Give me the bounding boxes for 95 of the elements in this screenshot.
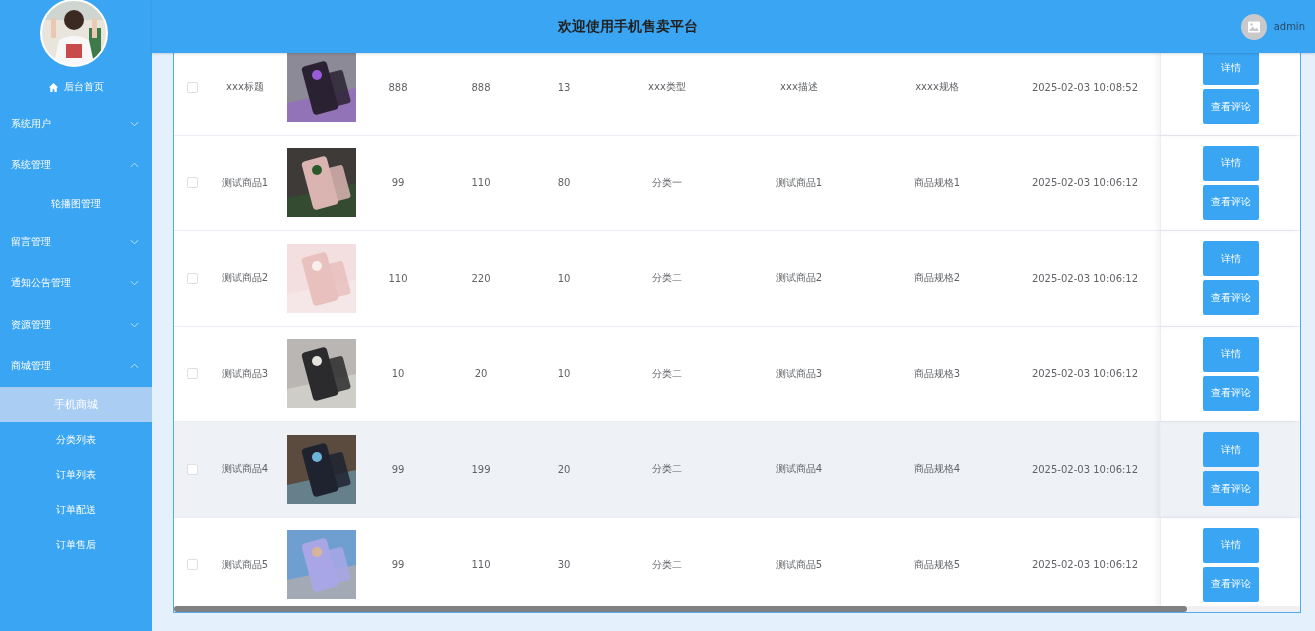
table-cell: 99: [391, 177, 405, 189]
row-checkbox[interactable]: [186, 463, 198, 475]
submenu-item[interactable]: 手机商城: [0, 387, 152, 422]
menu-item[interactable]: 系统管理: [0, 144, 152, 186]
table-cell: 110: [471, 177, 491, 189]
comments-button[interactable]: 查看评论: [1202, 471, 1259, 507]
row-checkbox[interactable]: [186, 559, 198, 571]
comments-button[interactable]: 查看评论: [1202, 184, 1259, 220]
table-cell: 10: [557, 368, 571, 380]
table-cell: 分类二: [652, 557, 682, 572]
table-cell: 测试商品4: [775, 462, 823, 477]
image-placeholder-icon[interactable]: [1240, 13, 1267, 40]
submenu-item[interactable]: 轮播图管理: [0, 186, 152, 221]
table-cell: 测试商品1: [221, 175, 269, 190]
menu-item[interactable]: 通知公告管理: [0, 262, 152, 304]
table-cell: 商品规格3: [913, 366, 961, 381]
comments-button[interactable]: 查看评论: [1202, 89, 1259, 125]
table-cell: 888: [471, 81, 491, 93]
page-title: 欢迎使用手机售卖平台: [558, 17, 698, 36]
details-button[interactable]: 详情: [1202, 145, 1259, 181]
details-button[interactable]: 详情: [1202, 432, 1259, 468]
submenu-item[interactable]: 订单售后: [0, 527, 152, 562]
table-cell: 分类二: [652, 462, 682, 477]
table-cell: 13: [557, 81, 571, 93]
table-cell: xxxx规格: [915, 80, 959, 95]
table-cell: 888: [388, 81, 408, 93]
table-cell: 2025-02-03 10:06:12: [1031, 272, 1139, 284]
table-cell: 商品规格2: [913, 271, 961, 286]
row-checkbox[interactable]: [186, 177, 198, 189]
comments-button[interactable]: 查看评论: [1202, 566, 1259, 602]
table-cell: 分类一: [652, 175, 682, 190]
table-cell: 80: [557, 177, 571, 189]
table-cell: 110: [388, 272, 408, 284]
menu-item[interactable]: 留言管理: [0, 221, 152, 263]
submenu-item[interactable]: 分类列表: [0, 422, 152, 457]
comments-button[interactable]: 查看评论: [1202, 375, 1259, 411]
table-cell: 商品规格4: [913, 462, 961, 477]
table-cell: 测试商品3: [221, 366, 269, 381]
table-row[interactable]: 测试商品3 10 20 10 分类二 测试商品3 商品规格3 2025-02-03 10:06:12 详情 查看评论: [174, 326, 1300, 422]
table-cell: 30: [557, 559, 571, 571]
horizontal-scrollbar[interactable]: [174, 606, 1300, 612]
row-checkbox[interactable]: [186, 368, 198, 380]
table-cell: 110: [471, 559, 491, 571]
row-checkbox[interactable]: [186, 81, 198, 93]
table-row[interactable]: 测试商品2 110 220 10 分类二 测试商品2 商品规格2 2025-02-03 10:06:12 详情 查看评论: [174, 231, 1300, 327]
table-cell: 2025-02-03 10:06:12: [1031, 177, 1139, 189]
menu-item[interactable]: 商城管理: [0, 345, 152, 387]
details-button[interactable]: 详情: [1202, 53, 1259, 86]
table-cell: 2025-02-03 10:06:12: [1031, 368, 1139, 380]
table-cell: 99: [391, 463, 405, 475]
comments-button[interactable]: 查看评论: [1202, 280, 1259, 316]
submenu-item[interactable]: 订单配送: [0, 492, 152, 527]
table-cell: 199: [471, 463, 491, 475]
user-name[interactable]: admin: [1273, 21, 1305, 32]
chevron-up-icon: [130, 363, 139, 370]
table-cell: xxx描述: [780, 80, 818, 95]
chevron-down-icon: [130, 238, 139, 245]
table-cell: 99: [391, 559, 405, 571]
table-cell: 10: [557, 272, 571, 284]
table-cell: 220: [471, 272, 491, 284]
table-cell: 2025-02-03 10:08:52: [1031, 81, 1139, 93]
table-row[interactable]: xxx标题 888 888 13 xxx类型 xxx描述 xxxx规格 2025-02-03 10:08:52 详情 查看评论: [174, 53, 1300, 136]
submenu-item[interactable]: 订单列表: [0, 457, 152, 492]
table-row[interactable]: 测试商品4 99 199 20 分类二 测试商品4 商品规格4 2025-02-03 10:06:12 详情 查看评论: [174, 422, 1300, 518]
chevron-up-icon: [130, 162, 139, 169]
details-button[interactable]: 详情: [1202, 241, 1259, 277]
table-cell: xxx类型: [648, 80, 686, 95]
table-cell: 分类二: [652, 366, 682, 381]
table-cell: 测试商品5: [775, 557, 823, 572]
details-button[interactable]: 详情: [1202, 527, 1259, 563]
table-cell: 20: [557, 463, 571, 475]
table-cell: 测试商品2: [221, 271, 269, 286]
table-cell: 测试商品4: [221, 462, 269, 477]
table-cell: 10: [391, 368, 405, 380]
menu-item[interactable]: 资源管理: [0, 304, 152, 346]
row-checkbox[interactable]: [186, 272, 198, 284]
table-cell: 2025-02-03 10:06:12: [1031, 559, 1139, 571]
table-cell: 测试商品1: [775, 175, 823, 190]
table-cell: 分类二: [652, 271, 682, 286]
table-cell: 商品规格1: [913, 175, 961, 190]
table-cell: 测试商品5: [221, 557, 269, 572]
chevron-down-icon: [130, 321, 139, 328]
table-cell: 商品规格5: [913, 557, 961, 572]
home-icon: [48, 81, 59, 93]
table-cell: 测试商品3: [775, 366, 823, 381]
chevron-down-icon: [130, 120, 139, 127]
table-row[interactable]: 测试商品1 99 110 80 分类一 测试商品1 商品规格1 2025-02-03 10:06:12 详情 查看评论: [174, 135, 1300, 231]
chevron-down-icon: [130, 280, 139, 287]
table-cell: xxx标题: [226, 80, 264, 95]
table-cell: 2025-02-03 10:06:12: [1031, 463, 1139, 475]
table-cell: 测试商品2: [775, 271, 823, 286]
home-link[interactable]: 后台首页: [0, 71, 152, 103]
menu-item[interactable]: 系统用户: [0, 103, 152, 145]
details-button[interactable]: 详情: [1202, 336, 1259, 372]
table-cell: 20: [474, 368, 488, 380]
